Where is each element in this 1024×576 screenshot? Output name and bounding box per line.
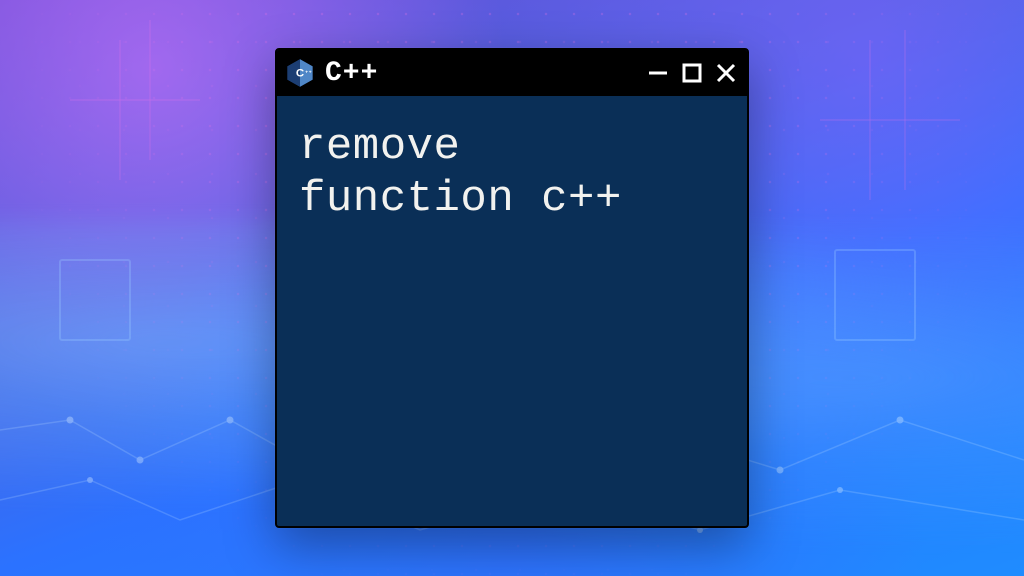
content-line-1: remove — [299, 122, 460, 172]
content-line-2: function c++ — [299, 174, 622, 224]
svg-text:+: + — [305, 71, 308, 76]
svg-text:C: C — [296, 68, 304, 80]
maximize-icon[interactable] — [681, 62, 703, 84]
window-controls — [647, 62, 737, 84]
close-icon[interactable] — [715, 62, 737, 84]
svg-text:+: + — [309, 71, 312, 76]
minimize-icon[interactable] — [647, 62, 669, 84]
terminal-content: remove function c++ — [277, 96, 747, 526]
window-title: C++ — [325, 58, 637, 89]
terminal-window: C + + C++ remove function c++ — [275, 48, 749, 528]
cpp-logo-icon: C + + — [285, 58, 315, 88]
titlebar[interactable]: C + + C++ — [277, 50, 747, 96]
